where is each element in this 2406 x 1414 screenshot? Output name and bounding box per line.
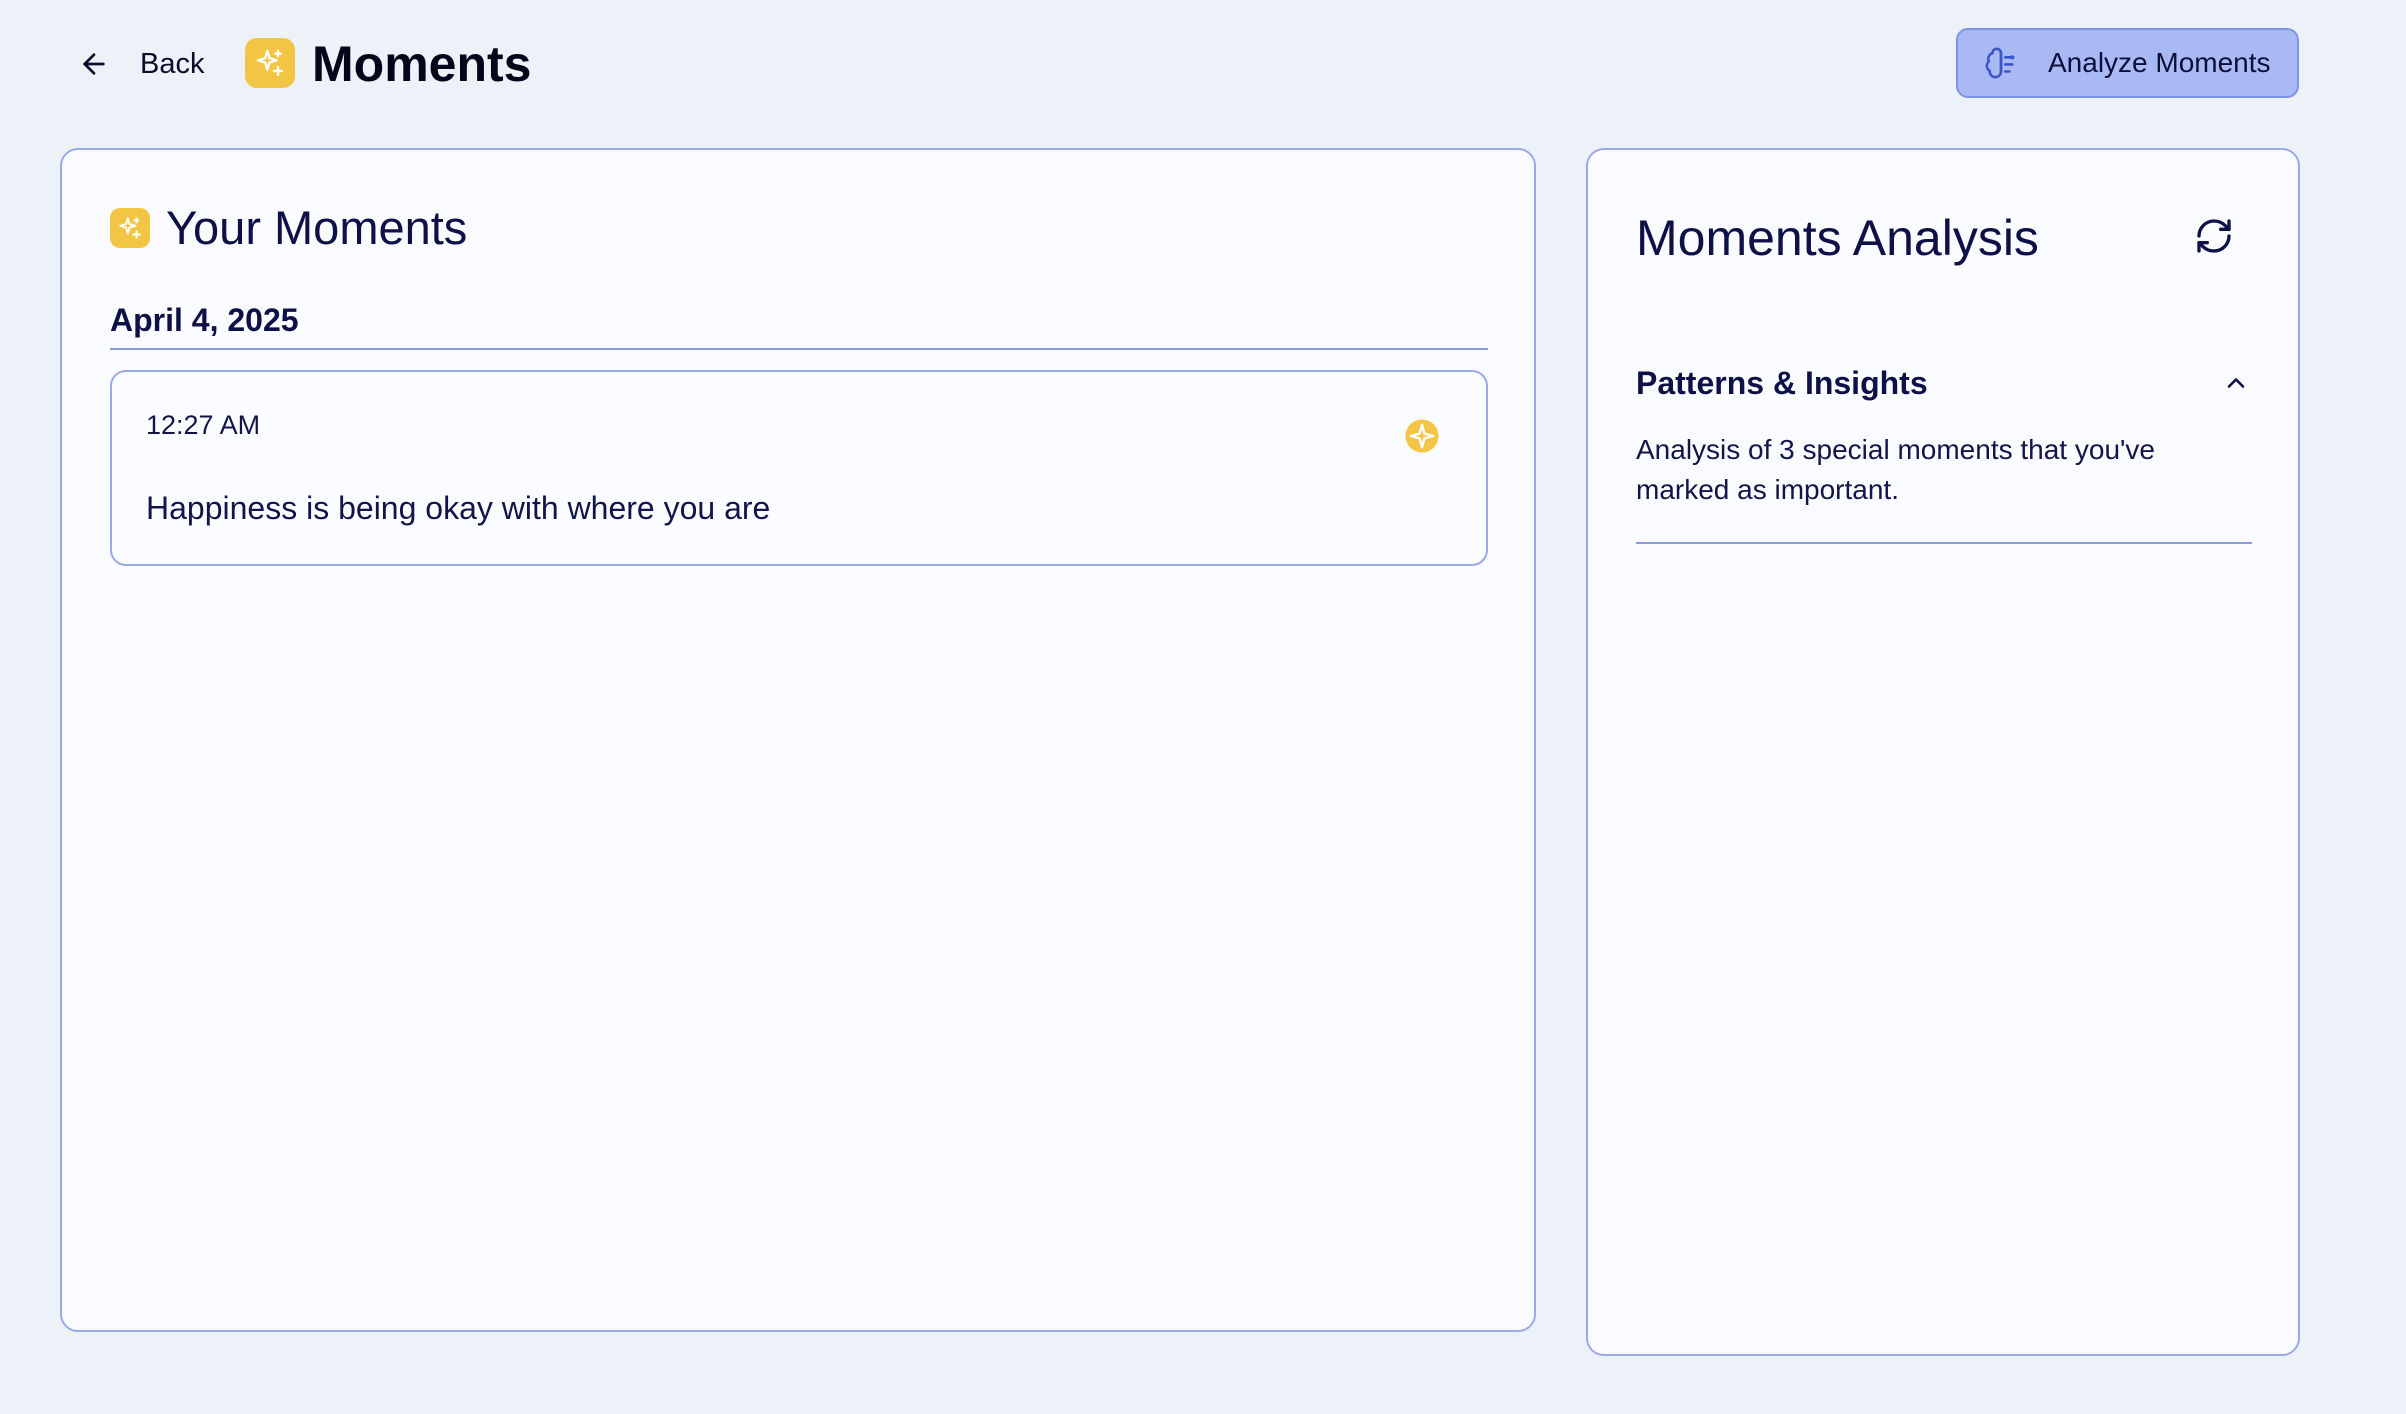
sparkles-icon xyxy=(110,208,150,248)
moment-entry[interactable]: 12:27 AM Happiness is being okay with wh… xyxy=(110,370,1488,566)
section-body: Analysis of 3 special moments that you'v… xyxy=(1636,434,2155,505)
date-label: April 4, 2025 xyxy=(110,302,299,338)
header: Back Moments Analyze Moments xyxy=(0,0,2406,130)
entry-text: Happiness is being okay with where you a… xyxy=(146,490,771,526)
refresh-icon[interactable] xyxy=(2194,216,2234,256)
back-label: Back xyxy=(140,47,205,80)
analyze-moments-label: Analyze Moments xyxy=(2048,47,2271,78)
sparkles-icon xyxy=(245,38,295,88)
analysis-panel: Moments Analysis Patterns & Insights Ana… xyxy=(1586,148,2300,1356)
star-badge-icon[interactable] xyxy=(1404,418,1440,454)
back-button[interactable]: Back xyxy=(78,36,204,92)
entry-time: 12:27 AM xyxy=(146,410,261,440)
analysis-title: Moments Analysis xyxy=(1636,210,2039,266)
section-title: Patterns & Insights xyxy=(1636,364,1928,401)
moments-heading: Your Moments xyxy=(110,200,467,256)
moments-title: Your Moments xyxy=(166,201,468,254)
section-divider xyxy=(1636,542,2252,544)
date-group-header: April 4, 2025 xyxy=(110,300,1488,350)
brain-icon xyxy=(1985,47,2015,79)
chevron-up-icon xyxy=(2227,378,2245,388)
moments-panel: Your Moments April 4, 2025 12:27 AM Happ… xyxy=(60,148,1536,1332)
analyze-moments-button[interactable]: Analyze Moments xyxy=(1956,28,2299,98)
patterns-insights-toggle[interactable]: Patterns & Insights xyxy=(1636,358,2252,408)
page-title: Moments xyxy=(312,36,532,92)
arrow-left-icon xyxy=(83,53,105,75)
